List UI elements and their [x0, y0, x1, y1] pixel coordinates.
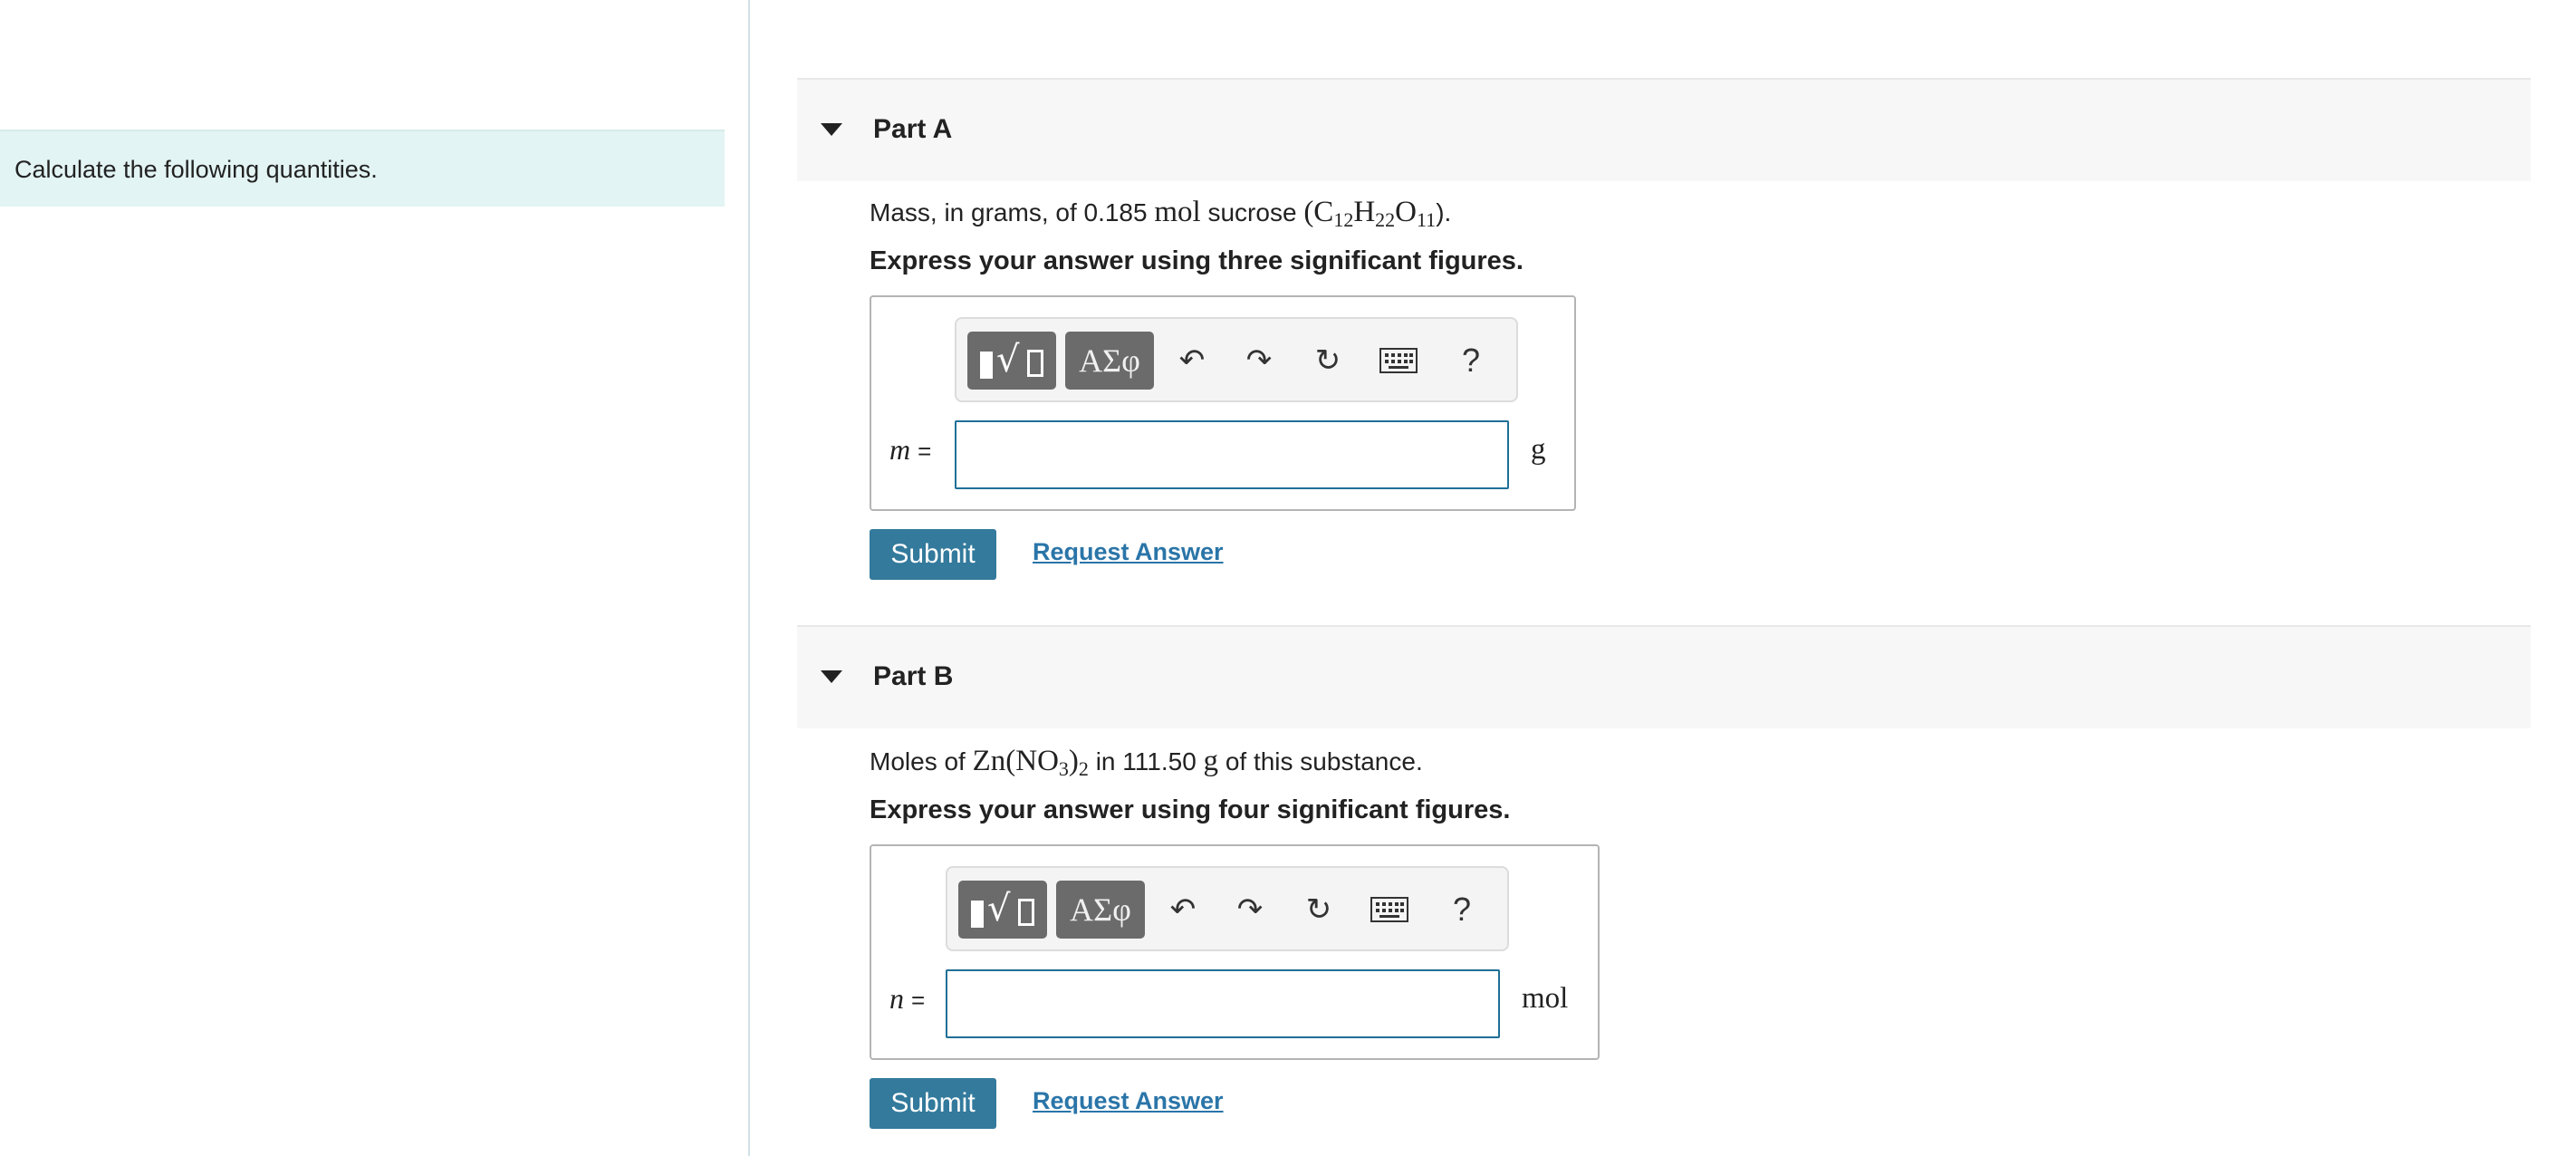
variable-label: n = — [889, 982, 926, 1015]
collapse-caret-icon[interactable] — [821, 123, 842, 136]
template-sqrt-icon[interactable]: √ — [958, 881, 1047, 939]
undo-icon[interactable]: ↶ — [1158, 881, 1208, 939]
formula-close: ). — [1436, 198, 1452, 226]
part-b-request-answer-link[interactable]: Request Answer — [1033, 1087, 1224, 1115]
question-prefix: Mass, in grams, of 0.185 — [870, 198, 1148, 226]
help-button[interactable]: ? — [1446, 332, 1496, 390]
greek-symbols-button[interactable]: ΑΣφ — [1065, 332, 1154, 390]
part-b-instruction: Express your answer using four significa… — [870, 795, 1511, 824]
part-b-answer-input[interactable] — [946, 969, 1500, 1038]
reset-icon[interactable]: ↻ — [1293, 881, 1344, 939]
part-a-title: Part A — [873, 114, 953, 144]
part-a-question: Mass, in grams, of 0.185 mol sucrose (C1… — [870, 196, 1451, 232]
part-a-answer-input[interactable] — [955, 420, 1509, 489]
part-b-question: Moles of Zn(NO3)2 in 111.50 g of this su… — [870, 745, 1423, 781]
formula: Zn(NO3)2 — [972, 745, 1089, 780]
question-prefix: Moles of — [870, 747, 966, 775]
math-toolbar: √ ΑΣφ ↶ ↷ ↻ ? — [946, 866, 1509, 951]
undo-icon[interactable]: ↶ — [1167, 332, 1217, 390]
part-b-title: Part B — [873, 661, 954, 691]
redo-icon[interactable]: ↷ — [1234, 332, 1284, 390]
collapse-caret-icon[interactable] — [821, 670, 842, 683]
keyboard-icon[interactable] — [1364, 881, 1415, 939]
panel-divider — [748, 0, 750, 1156]
keyboard-icon[interactable] — [1373, 332, 1424, 390]
question-suffix: of this substance. — [1225, 747, 1423, 775]
math-toolbar: √ ΑΣφ ↶ ↷ ↻ ? — [955, 317, 1518, 402]
part-b-header[interactable]: Part B — [797, 625, 2531, 728]
question-word: sucrose — [1207, 198, 1297, 226]
part-b-answer-box: √ ΑΣφ ↶ ↷ ↻ ? n = mol — [870, 844, 1600, 1060]
variable-label: m = — [889, 433, 932, 466]
question-middle: in 111.50 — [1095, 747, 1197, 775]
right-panel: Part A Mass, in grams, of 0.185 mol sucr… — [797, 0, 2531, 1156]
part-a-answer-box: √ ΑΣφ ↶ ↷ ↻ ? m = g — [870, 295, 1576, 511]
formula: (C12H22O11 — [1303, 196, 1437, 231]
help-button[interactable]: ? — [1437, 881, 1487, 939]
left-panel: Calculate the following quantities. — [0, 0, 748, 1156]
redo-icon[interactable]: ↷ — [1225, 881, 1275, 939]
part-a-unit: g — [1531, 433, 1546, 466]
part-a-submit-button[interactable]: Submit — [870, 529, 996, 580]
question-unit: mol — [1154, 196, 1201, 228]
reset-icon[interactable]: ↻ — [1302, 332, 1353, 390]
template-sqrt-icon[interactable]: √ — [967, 332, 1056, 390]
part-a-header[interactable]: Part A — [797, 78, 2531, 181]
greek-symbols-button[interactable]: ΑΣφ — [1056, 881, 1145, 939]
part-a-request-answer-link[interactable]: Request Answer — [1033, 538, 1224, 566]
question-unit: g — [1203, 745, 1219, 777]
part-a-instruction: Express your answer using three signific… — [870, 246, 1523, 275]
part-b-submit-button[interactable]: Submit — [870, 1078, 996, 1129]
intro-text: Calculate the following quantities. — [0, 130, 725, 207]
part-b-unit: mol — [1522, 982, 1569, 1015]
